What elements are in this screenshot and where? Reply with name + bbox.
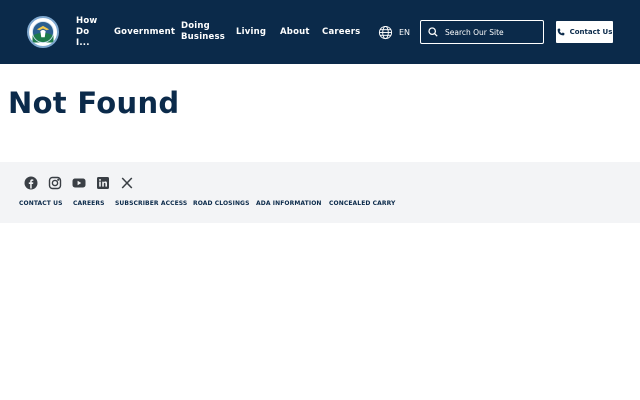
nav-living[interactable]: Living (236, 27, 266, 38)
youtube-icon[interactable] (72, 176, 86, 190)
instagram-icon[interactable] (48, 176, 62, 190)
nav-government[interactable]: Government (114, 27, 175, 38)
footer-link-ada-information[interactable]: ADA INFORMATION (256, 200, 322, 207)
search-icon (428, 27, 438, 37)
search-input[interactable] (445, 27, 537, 37)
linkedin-icon[interactable] (96, 176, 110, 190)
contact-us-button[interactable]: Contact Us (556, 21, 613, 43)
globe-icon (378, 25, 393, 39)
site-footer: CONTACT US CAREERS SUBSCRIBER ACCESS ROA… (0, 162, 640, 223)
search-box[interactable] (420, 20, 544, 44)
county-seal-logo[interactable] (27, 16, 59, 48)
x-icon[interactable] (120, 176, 134, 190)
page-title: Not Found (8, 86, 180, 120)
site-header: How Do I... Government Doing Business Li… (0, 0, 640, 64)
footer-link-careers[interactable]: CAREERS (73, 200, 105, 207)
footer-link-contact-us[interactable]: CONTACT US (19, 200, 63, 207)
nav-doing-business[interactable]: Doing Business (181, 21, 225, 43)
nav-about[interactable]: About (280, 27, 310, 38)
language-label: EN (399, 27, 411, 37)
footer-link-road-closings[interactable]: ROAD CLOSINGS (193, 200, 250, 207)
facebook-icon[interactable] (24, 176, 38, 190)
footer-link-subscriber-access[interactable]: SUBSCRIBER ACCESS (115, 200, 187, 207)
nav-how-do-i[interactable]: How Do I... (76, 16, 98, 49)
language-selector[interactable]: EN (378, 24, 410, 40)
footer-link-concealed-carry[interactable]: CONCEALED CARRY (329, 200, 395, 207)
contact-us-label: Contact Us (569, 28, 613, 36)
nav-careers[interactable]: Careers (322, 27, 360, 38)
phone-icon (557, 28, 564, 36)
